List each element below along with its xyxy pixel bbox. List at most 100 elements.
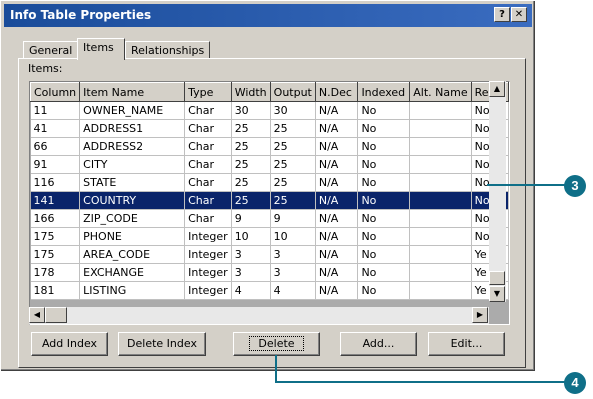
title-bar: Info Table Properties ? ✕ (4, 4, 532, 27)
cell-item-name: ZIP_CODE (79, 209, 186, 228)
cell-type: Integer (184, 245, 232, 264)
help-button[interactable]: ? (494, 7, 510, 22)
col-header-ndec[interactable]: N.Dec (314, 82, 359, 102)
cell-item-name: AREA_CODE (79, 245, 186, 264)
table-row[interactable]: 41 ADDRESS1 Char 25 25 N/A No No (30, 119, 509, 138)
cell-column: 41 (30, 119, 81, 138)
callout-4-line-horizontal (275, 381, 565, 383)
cell-output: 10 (270, 227, 316, 246)
cell-alt-name (409, 263, 472, 282)
cell-item-name: CITY (79, 155, 186, 174)
scroll-down-button[interactable]: ▼ (489, 286, 505, 302)
cell-type: Integer (184, 227, 232, 246)
cell-item-name: EXCHANGE (79, 263, 186, 282)
cell-item-name: LISTING (79, 281, 186, 300)
cell-column: 91 (30, 155, 81, 174)
scroll-up-button[interactable]: ▲ (489, 81, 505, 97)
cell-alt-name (409, 227, 472, 246)
col-header-output[interactable]: Output (269, 82, 316, 102)
cell-indexed: No (357, 245, 411, 264)
cell-column: 175 (30, 227, 81, 246)
table-row[interactable]: 141 COUNTRY Char 25 25 N/A No No (30, 191, 509, 210)
col-header-type[interactable]: Type (184, 82, 232, 102)
table-row[interactable]: 91 CITY Char 25 25 N/A No No (30, 155, 509, 174)
cell-column: 116 (30, 173, 81, 192)
col-header-alt-name[interactable]: Alt. Name (409, 82, 472, 102)
cell-width: 9 (231, 209, 271, 228)
col-header-indexed[interactable]: Indexed (357, 82, 411, 102)
callout-4: 4 (564, 372, 586, 394)
cell-output: 9 (270, 209, 316, 228)
tab-general[interactable]: General (23, 41, 78, 59)
table-row[interactable]: 181 LISTING Integer 4 4 N/A No Ye (30, 281, 509, 300)
cell-width: 10 (231, 227, 271, 246)
cell-ndec: N/A (315, 155, 359, 174)
cell-ndec: N/A (315, 209, 359, 228)
table-row[interactable]: 166 ZIP_CODE Char 9 9 N/A No No (30, 209, 509, 228)
cell-output: 25 (270, 119, 316, 138)
col-header-width[interactable]: Width (230, 82, 271, 102)
cell-type: Char (184, 101, 232, 120)
cell-width: 25 (231, 137, 271, 156)
cell-indexed: No (357, 191, 411, 210)
cell-alt-name (409, 281, 472, 300)
col-header-item-name[interactable]: Item Name (79, 82, 186, 102)
cell-output: 3 (270, 263, 316, 282)
add-index-button[interactable]: Add Index (31, 332, 108, 356)
cell-alt-name (409, 245, 472, 264)
cell-indexed: No (357, 173, 411, 192)
cell-indexed: No (357, 227, 411, 246)
cell-alt-name (409, 137, 472, 156)
scroll-right-button[interactable]: ▶ (472, 307, 488, 323)
cell-alt-name (409, 209, 472, 228)
table-row[interactable]: 175 PHONE Integer 10 10 N/A No No (30, 227, 509, 246)
cell-width: 3 (231, 263, 271, 282)
cell-output: 30 (270, 101, 316, 120)
add-button[interactable]: Add... (340, 332, 417, 356)
cell-indexed: No (357, 137, 411, 156)
close-button[interactable]: ✕ (511, 7, 527, 22)
header-row: Column Item Name Type Width Output N.Dec… (30, 82, 509, 102)
cell-indexed: No (357, 281, 411, 300)
table-row[interactable]: 66 ADDRESS2 Char 25 25 N/A No No (30, 137, 509, 156)
cell-column: 66 (30, 137, 81, 156)
cell-output: 3 (270, 245, 316, 264)
tab-relationships[interactable]: Relationships (125, 41, 210, 59)
window-title: Info Table Properties (10, 8, 152, 22)
cell-indexed: No (357, 101, 411, 120)
vertical-scroll-thumb[interactable] (489, 271, 505, 285)
cell-column: 175 (30, 245, 81, 264)
delete-button[interactable]: Delete (233, 332, 320, 356)
table-row[interactable]: 11 OWNER_NAME Char 30 30 N/A No No (30, 101, 509, 120)
cell-output: 25 (270, 155, 316, 174)
delete-index-button[interactable]: Delete Index (118, 332, 206, 356)
cell-ndec: N/A (315, 173, 359, 192)
scroll-left-button[interactable]: ◀ (29, 307, 45, 323)
items-grid[interactable]: Column Item Name Type Width Output N.Dec… (29, 81, 510, 325)
cell-width: 25 (231, 173, 271, 192)
tab-items[interactable]: Items (77, 38, 125, 60)
info-table-properties-dialog: Info Table Properties ? ✕ General Items … (0, 0, 536, 372)
col-header-column[interactable]: Column (30, 82, 81, 102)
cell-indexed: No (357, 263, 411, 282)
cell-indexed: No (357, 155, 411, 174)
table-row[interactable]: 178 EXCHANGE Integer 3 3 N/A No Ye (30, 263, 509, 282)
cell-type: Char (184, 137, 232, 156)
vertical-scrollbar[interactable]: ▲ ▼ (489, 81, 506, 302)
cell-indexed: No (357, 209, 411, 228)
delete-button-label: Delete (249, 336, 304, 351)
cell-column: 181 (30, 281, 81, 300)
table-row[interactable]: 175 AREA_CODE Integer 3 3 N/A No Ye (30, 245, 509, 264)
horizontal-scrollbar[interactable]: ◀ ▶ (29, 307, 489, 324)
cell-item-name: OWNER_NAME (79, 101, 186, 120)
cell-item-name: STATE (79, 173, 186, 192)
items-table: Column Item Name Type Width Output N.Dec… (30, 82, 509, 300)
table-row[interactable]: 116 STATE Char 25 25 N/A No No (30, 173, 509, 192)
callout-3: 3 (564, 175, 586, 197)
horizontal-scroll-thumb[interactable] (45, 307, 67, 323)
callout-3-line (487, 184, 565, 186)
cell-column: 178 (30, 263, 81, 282)
edit-button[interactable]: Edit... (428, 332, 505, 356)
cell-ndec: N/A (315, 119, 359, 138)
cell-type: Char (184, 191, 232, 210)
